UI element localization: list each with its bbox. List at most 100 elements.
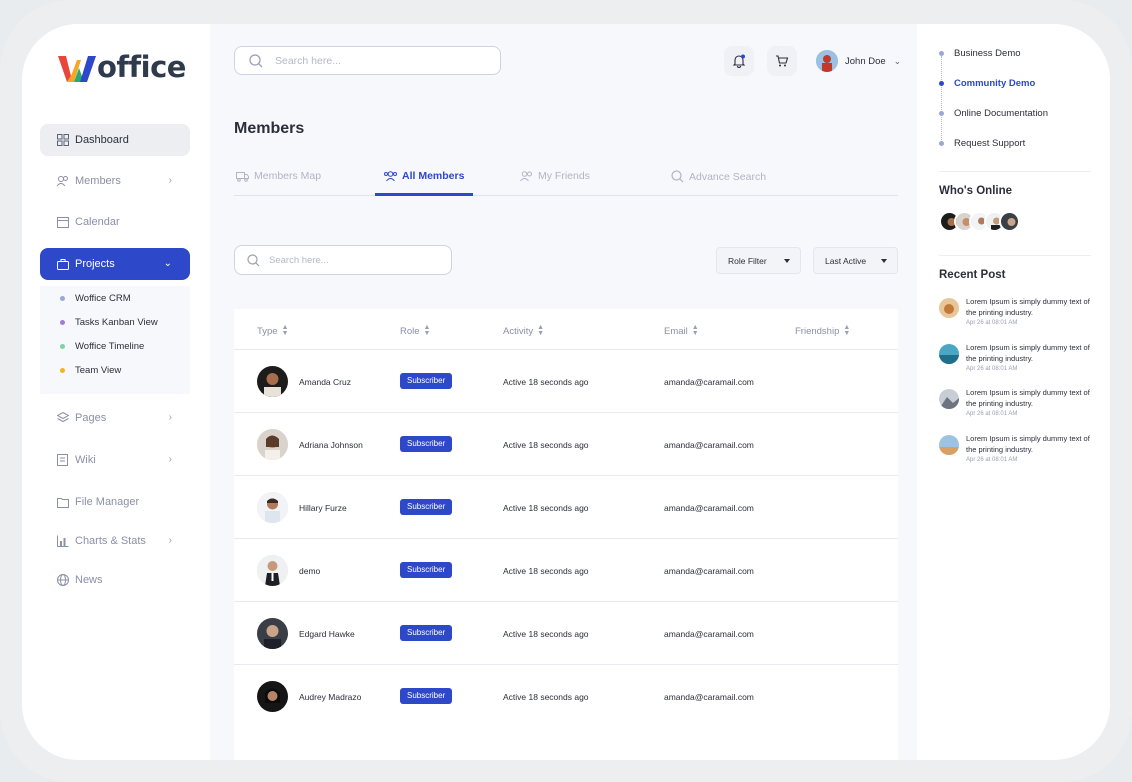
sidebar-subitem-crm[interactable]: Woffice CRM [60, 293, 131, 304]
post-text: Lorem Ipsum is simply dummy text of the … [966, 434, 1090, 454]
chevron-right-icon: › [168, 454, 172, 465]
member-name[interactable]: Amanda Cruz [299, 377, 351, 387]
role-badge: Subscriber [400, 562, 453, 578]
cart-button[interactable] [767, 46, 797, 76]
search-icon [249, 53, 263, 68]
table-row[interactable]: Amanda Cruz Subscriber Active 18 seconds… [234, 349, 898, 412]
sidebar-item-charts[interactable]: Charts & Stats › [40, 525, 190, 557]
subitem-label: Team View [75, 365, 122, 376]
sidebar-item-wiki[interactable]: Wiki › [40, 444, 190, 476]
sidebar-item-label: Wiki [75, 454, 96, 466]
sort-icon: ▲ ▼ [691, 324, 699, 337]
member-name[interactable]: Edgard Hawke [299, 629, 355, 639]
table-row[interactable]: Hillary Furze Subscriber Active 18 secon… [234, 475, 898, 538]
member-name[interactable]: Hillary Furze [299, 503, 347, 513]
avatar[interactable] [257, 366, 288, 397]
sidebar-item-label: Pages [75, 412, 107, 424]
role-badge: Subscriber [400, 625, 453, 641]
logo[interactable]: office [58, 50, 186, 84]
col-type[interactable]: Type ▲ ▼ [257, 324, 289, 337]
member-activity: Active 18 seconds ago [503, 629, 589, 639]
group-icon [384, 170, 397, 182]
cart-icon [775, 54, 789, 68]
role-filter-select[interactable]: Role Filter [716, 247, 801, 274]
folder-icon [56, 496, 69, 509]
col-label: Email [664, 325, 688, 337]
table-row[interactable]: Edgard Hawke Subscriber Active 18 second… [234, 601, 898, 664]
member-activity: Active 18 seconds ago [503, 503, 589, 513]
col-label: Friendship [795, 325, 840, 337]
chevron-down-icon: ⌄ [893, 55, 902, 66]
post-date: Apr 26 at 08:01 AM [966, 411, 1018, 417]
link-dot-icon [939, 51, 944, 56]
sidebar-item-calendar[interactable]: Calendar [40, 206, 190, 238]
search-placeholder: Search here... [275, 54, 341, 67]
sidebar-subitem-kanban[interactable]: Tasks Kanban View [60, 317, 158, 328]
member-name[interactable]: Adriana Johnson [299, 440, 363, 450]
notifications-button[interactable] [724, 46, 754, 76]
user-menu[interactable]: John Doe ⌄ [816, 50, 901, 72]
active-tab-underline [375, 193, 473, 196]
sidebar-item-file-manager[interactable]: File Manager [40, 486, 190, 518]
member-email: amanda@caramail.com [664, 692, 754, 702]
table-row[interactable]: Audrey Madrazo Subscriber Active 18 seco… [234, 664, 898, 727]
sidebar-subitem-team[interactable]: Team View [60, 365, 121, 376]
members-search-input[interactable]: Search here... [234, 245, 452, 275]
select-value: Last Active [825, 255, 867, 266]
post-text: Lorem Ipsum is simply dummy text of the … [966, 297, 1090, 317]
sidebar-item-pages[interactable]: Pages › [40, 402, 190, 434]
link-community-demo[interactable]: Community Demo [954, 78, 1035, 89]
table-row[interactable]: demo Subscriber Active 18 seconds ago am… [234, 538, 898, 601]
sidebar-item-label: Members [75, 175, 121, 187]
divider [939, 171, 1091, 172]
link-request-support[interactable]: Request Support [954, 138, 1025, 149]
sidebar-item-label: Dashboard [75, 134, 129, 146]
select-value: Role Filter [728, 255, 767, 266]
tab-my-friends[interactable]: My Friends [520, 170, 590, 182]
page-title: Members [234, 120, 305, 137]
post-date: Apr 26 at 08:01 AM [966, 457, 1018, 463]
link-business-demo[interactable]: Business Demo [954, 48, 1021, 59]
post-thumbnail [939, 298, 959, 318]
avatar[interactable] [999, 211, 1020, 232]
whos-online-heading: Who's Online [939, 185, 1013, 197]
sidebar-item-members[interactable]: Members › [40, 165, 190, 197]
divider [939, 255, 1091, 256]
sidebar-item-label: Charts & Stats [75, 535, 146, 547]
link-online-documentation[interactable]: Online Documentation [954, 108, 1048, 119]
search-placeholder: Search here... [269, 254, 329, 266]
table-row[interactable]: Adriana Johnson Subscriber Active 18 sec… [234, 412, 898, 475]
tab-advance-search[interactable]: Advance Search [671, 170, 766, 183]
sort-icon: ▲ ▼ [281, 324, 289, 337]
chevron-right-icon: › [168, 175, 172, 186]
tab-all-members[interactable]: All Members [384, 170, 464, 182]
avatar[interactable] [257, 618, 288, 649]
col-friendship[interactable]: Friendship ▲ ▼ [795, 324, 850, 337]
recent-post-item[interactable]: Lorem Ipsum is simply dummy text of the … [939, 342, 1099, 382]
search-icon [247, 253, 260, 267]
chevron-right-icon: › [168, 412, 172, 423]
member-name[interactable]: demo [299, 566, 320, 576]
recent-post-item[interactable]: Lorem Ipsum is simply dummy text of the … [939, 296, 1099, 336]
avatar[interactable] [257, 429, 288, 460]
header-search-input[interactable]: Search here... [234, 46, 501, 75]
avatar[interactable] [257, 681, 288, 712]
recent-post-item[interactable]: Lorem Ipsum is simply dummy text of the … [939, 433, 1099, 473]
sort-select[interactable]: Last Active [813, 247, 898, 274]
col-activity[interactable]: Activity ▲ ▼ [503, 324, 544, 337]
sidebar-item-dashboard[interactable]: Dashboard [40, 124, 190, 156]
col-role[interactable]: Role ▲ ▼ [400, 324, 430, 337]
tab-members-map[interactable]: Members Map [236, 170, 321, 182]
member-name[interactable]: Audrey Madrazo [299, 692, 361, 702]
sidebar-subitem-timeline[interactable]: Woffice Timeline [60, 341, 144, 352]
avatar[interactable] [257, 555, 288, 586]
avatar[interactable] [257, 492, 288, 523]
link-dot-icon [939, 81, 944, 86]
tab-label: Members Map [254, 170, 322, 182]
sidebar-item-news[interactable]: News [40, 564, 190, 596]
sidebar-item-projects[interactable]: Projects ⌄ [40, 248, 190, 280]
layers-icon [56, 412, 69, 425]
col-label: Type [257, 325, 278, 337]
recent-post-item[interactable]: Lorem Ipsum is simply dummy text of the … [939, 387, 1099, 427]
col-email[interactable]: Email ▲ ▼ [664, 324, 699, 337]
